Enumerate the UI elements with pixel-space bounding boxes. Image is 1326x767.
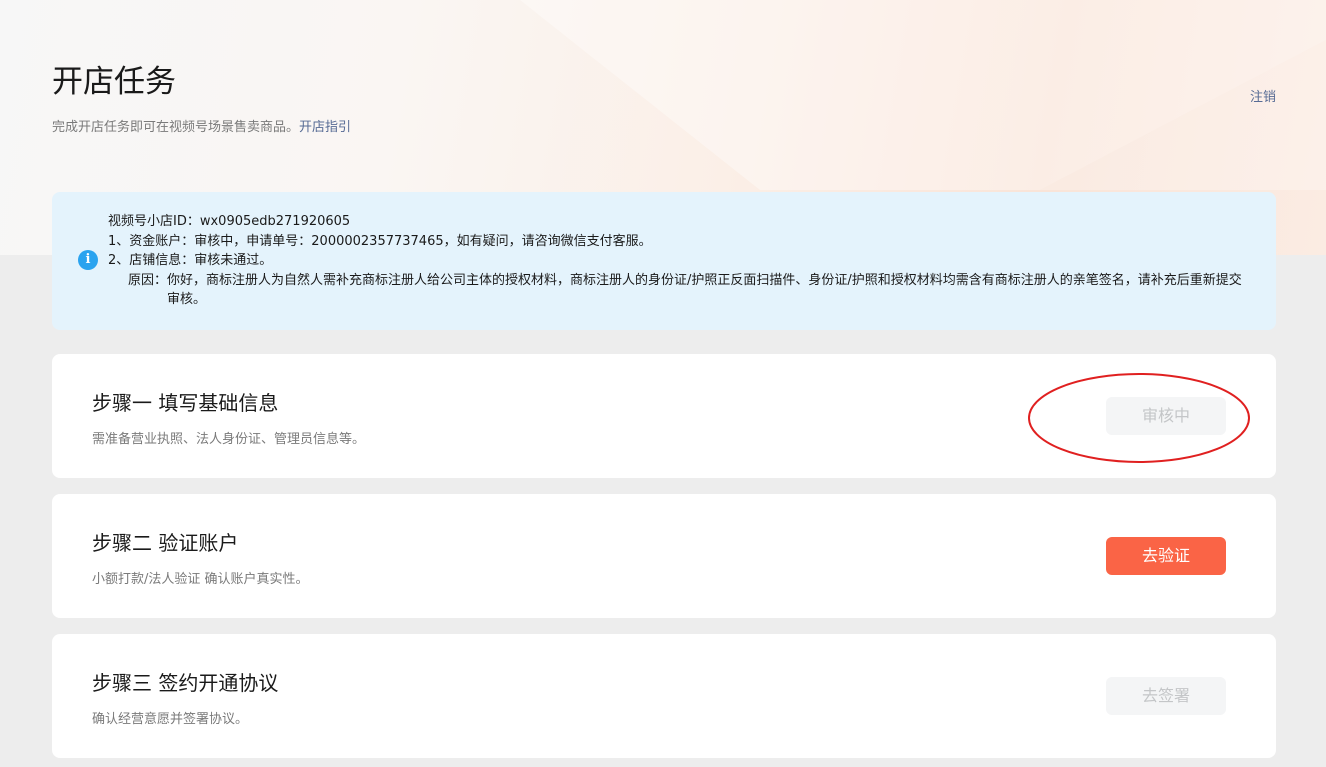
under-review-button: 审核中 <box>1106 397 1226 435</box>
sign-button: 去签署 <box>1106 677 1226 715</box>
logout-link[interactable]: 注销 <box>1250 86 1276 105</box>
step-card-sign-agreement: 步骤三 签约开通协议 确认经营意愿并签署协议。 去签署 <box>52 634 1276 758</box>
verify-button[interactable]: 去验证 <box>1106 537 1226 575</box>
store-info-status: 2、店铺信息：审核未通过。 <box>108 253 273 269</box>
rejection-reason-label: 原因： <box>128 272 168 288</box>
step-card-basic-info: 步骤一 填写基础信息 需准备营业执照、法人身份证、管理员信息等。 审核中 <box>52 354 1276 478</box>
step-description: 需准备营业执照、法人身份证、管理员信息等。 <box>92 432 366 447</box>
page-header: 开店任务 完成开店任务即可在视频号场景售卖商品。开店指引 注销 <box>52 60 1276 135</box>
step-card-verify-account: 步骤二 验证账户 小额打款/法人验证 确认账户真实性。 去验证 <box>52 494 1276 618</box>
page-title: 开店任务 <box>52 64 176 100</box>
step-title: 步骤三 签约开通协议 <box>92 671 279 695</box>
step-description: 小额打款/法人验证 确认账户真实性。 <box>92 572 309 587</box>
shop-guide-link[interactable]: 开店指引 <box>299 120 351 135</box>
status-notice: i 视频号小店ID：wx0905edb271920605 1、资金账户：审核中，… <box>52 192 1276 330</box>
page-subtitle-text: 完成开店任务即可在视频号场景售卖商品。 <box>52 120 300 135</box>
page-subtitle: 完成开店任务即可在视频号场景售卖商品。开店指引 <box>52 116 1276 135</box>
rejection-reason-text: 你好，商标注册人为自然人需补充商标注册人给公司主体的授权材料，商标注册人的身份证… <box>167 272 1242 308</box>
step-description: 确认经营意愿并签署协议。 <box>92 712 249 727</box>
fund-account-status: 1、资金账户：审核中，申请单号：2000002357737465，如有疑问，请咨… <box>108 233 652 249</box>
rejection-reason: 原因： 你好，商标注册人为自然人需补充商标注册人给公司主体的授权材料，商标注册人… <box>108 271 1248 310</box>
step-title: 步骤一 填写基础信息 <box>92 391 279 415</box>
step-title: 步骤二 验证账户 <box>92 531 239 555</box>
info-icon: i <box>78 250 98 270</box>
shop-id-line: 视频号小店ID：wx0905edb271920605 <box>108 214 351 229</box>
